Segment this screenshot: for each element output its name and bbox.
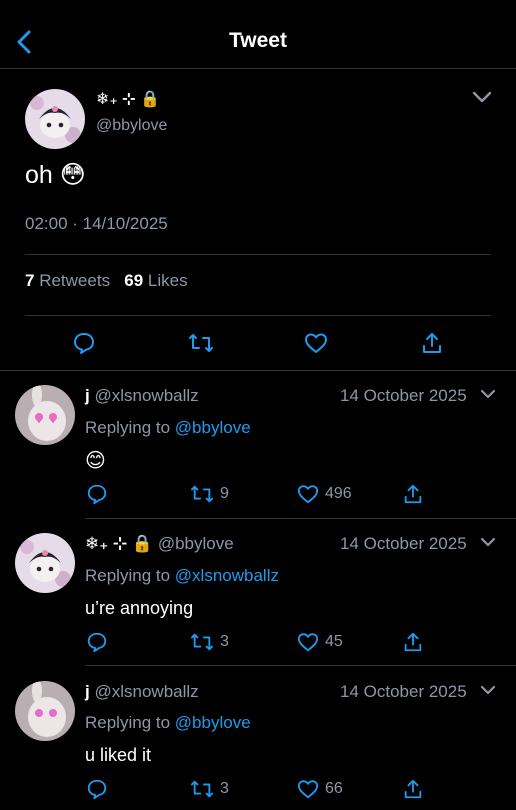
reply-date: 14 October 2025 [340, 682, 467, 701]
retweet-icon [191, 485, 213, 503]
reply-handle: @xlsnowballz [94, 386, 199, 405]
page-title: Tweet [229, 29, 287, 52]
chevron-down-icon[interactable] [479, 388, 497, 402]
reply-text: u liked it [85, 745, 152, 765]
retweet-icon[interactable] [188, 331, 214, 355]
avatar[interactable] [15, 681, 75, 741]
retweet-button[interactable]: 9 [190, 483, 229, 505]
reply-button[interactable] [86, 631, 108, 653]
replying-to-link[interactable]: @bbylove [175, 713, 251, 732]
reply-icon [87, 779, 107, 800]
reply-author[interactable]: ❄₊ ⊹ 🔒 @bbylove [85, 534, 234, 554]
likes-count[interactable]: 69 [124, 271, 143, 290]
retweet-icon [191, 633, 213, 651]
chevron-down-icon[interactable] [479, 684, 497, 698]
reply-icon [87, 632, 107, 653]
reply-handle: @xlsnowballz [94, 682, 199, 701]
replying-to-prefix: Replying to [85, 418, 171, 437]
reply-date: 14 October 2025 [340, 386, 467, 405]
replying-to: Replying to @xlsnowballz [85, 566, 279, 586]
replying-to-prefix: Replying to [85, 566, 171, 585]
avatar[interactable] [25, 89, 85, 149]
avatar[interactable] [15, 533, 75, 593]
tweet-timestamp: 02:00 · 14/10/2025 [25, 214, 168, 233]
reply-name: ❄₊ ⊹ 🔒 [85, 534, 154, 553]
avatar[interactable] [15, 385, 75, 445]
retweets-label[interactable]: Retweets [39, 271, 110, 290]
retweet-icon [191, 780, 213, 798]
reply-text: u’re annoying [85, 598, 194, 618]
like-icon [297, 780, 319, 799]
stats-divider-top [25, 254, 491, 255]
like-count: 45 [325, 633, 343, 650]
reply-author[interactable]: j @xlsnowballz [85, 682, 199, 702]
like-icon [297, 485, 319, 504]
like-button[interactable]: 66 [297, 778, 343, 800]
replying-to-link[interactable]: @bbylove [175, 418, 251, 437]
share-button[interactable] [402, 631, 424, 653]
reply-text: 😊 [85, 450, 106, 472]
replying-to-prefix: Replying to [85, 713, 171, 732]
replying-to: Replying to @bbylove [85, 418, 251, 438]
stats-divider-bottom [25, 315, 491, 316]
chevron-down-icon[interactable] [471, 89, 493, 105]
reply-handle: @bbylove [157, 534, 234, 553]
reply-button[interactable] [86, 483, 108, 505]
reply-date: 14 October 2025 [340, 534, 467, 553]
reply-name: j [85, 682, 90, 701]
chevron-down-icon[interactable] [479, 536, 497, 550]
replying-to: Replying to @bbylove [85, 713, 251, 733]
reply-icon[interactable] [72, 331, 96, 355]
like-button[interactable]: 45 [297, 631, 343, 653]
reply-name: j [85, 386, 90, 405]
tweet-text: oh 😳 [25, 161, 86, 189]
author-name[interactable]: ❄₊ ⊹ 🔒 [96, 89, 160, 109]
reply-author[interactable]: j @xlsnowballz [85, 386, 199, 406]
share-button[interactable] [402, 483, 424, 505]
retweets-count[interactable]: 7 [25, 271, 34, 290]
share-icon[interactable] [420, 331, 444, 355]
retweet-count: 3 [220, 633, 229, 650]
retweet-count: 3 [220, 780, 229, 797]
replying-to-link[interactable]: @xlsnowballz [175, 566, 279, 585]
tweet-stats: 7 Retweets 69 Likes [25, 271, 188, 291]
share-icon [404, 484, 422, 504]
like-count: 496 [325, 485, 352, 502]
reply-button[interactable] [86, 778, 108, 800]
author-handle[interactable]: @bbylove [96, 117, 167, 135]
header-divider [0, 68, 516, 69]
retweet-count: 9 [220, 485, 229, 502]
like-count: 66 [325, 780, 343, 797]
retweet-button[interactable]: 3 [190, 631, 229, 653]
share-icon [404, 779, 422, 799]
retweet-button[interactable]: 3 [190, 778, 229, 800]
reply-divider [85, 665, 516, 666]
likes-label[interactable]: Likes [148, 271, 188, 290]
like-button[interactable]: 496 [297, 483, 352, 505]
like-icon [297, 633, 319, 652]
share-icon [404, 632, 422, 652]
main-tweet-divider [0, 370, 516, 371]
like-icon[interactable] [304, 331, 328, 355]
share-button[interactable] [402, 778, 424, 800]
reply-divider [85, 518, 516, 519]
reply-icon [87, 484, 107, 505]
